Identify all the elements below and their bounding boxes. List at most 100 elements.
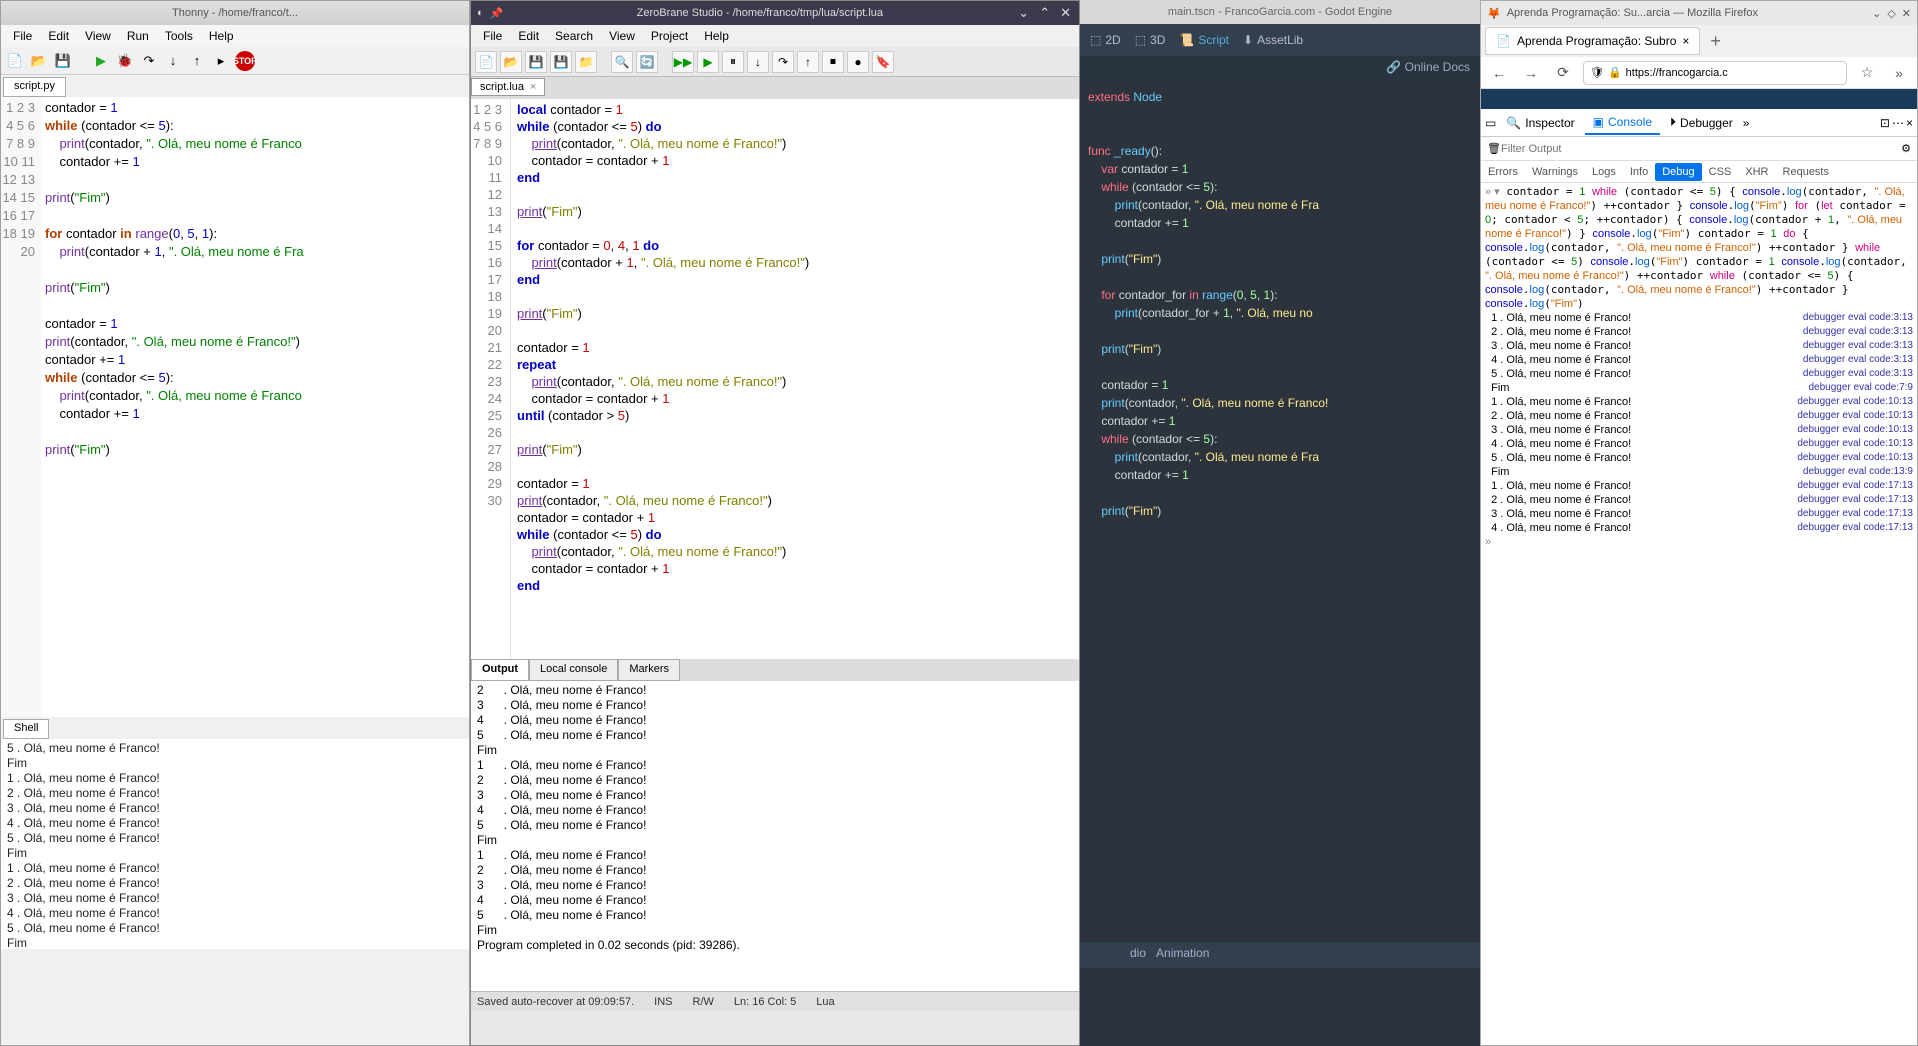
maximize-icon[interactable]: ◇ (1887, 7, 1895, 20)
cat-warnings[interactable]: Warnings (1525, 163, 1585, 181)
menu-run[interactable]: Run (119, 29, 157, 43)
godot-window: main.tscn - FrancoGarcia.com - Godot Eng… (1080, 0, 1480, 1046)
cat-errors[interactable]: Errors (1481, 163, 1525, 181)
stop-icon[interactable]: STOP (235, 51, 255, 71)
godot-titlebar[interactable]: main.tscn - FrancoGarcia.com - Godot Eng… (1080, 0, 1480, 24)
menu-view[interactable]: View (77, 29, 119, 43)
thonny-shell[interactable]: 5 . Olá, meu nome é Franco! Fim 1 . Olá,… (1, 739, 469, 949)
new-file-icon[interactable]: 📄 (5, 51, 25, 71)
code-area[interactable]: contador = 1 while (contador <= 5): prin… (41, 97, 469, 717)
step-over-icon[interactable]: ↷ (139, 51, 159, 71)
open-file-icon[interactable]: 📂 (29, 51, 49, 71)
output-panel[interactable]: 2 . Olá, meu nome é Franco! 3 . Olá, meu… (471, 681, 1079, 991)
close-icon[interactable]: ✕ (1060, 5, 1071, 21)
menu-edit[interactable]: Edit (510, 29, 547, 43)
menu-project[interactable]: Project (643, 29, 696, 43)
save-file-icon[interactable]: 💾 (53, 51, 73, 71)
responsive-icon[interactable]: ▭ (1485, 116, 1496, 130)
menu-edit[interactable]: Edit (40, 29, 77, 43)
shield-icon[interactable]: 🛡 (1590, 66, 1604, 79)
cat-requests[interactable]: Requests (1776, 163, 1836, 181)
shell-tab[interactable]: Shell (3, 719, 49, 739)
3d-view-button[interactable]: ⬚ 3D (1135, 33, 1166, 47)
pin-icon[interactable]: 📌 (490, 7, 504, 20)
close-icon[interactable]: ✕ (1902, 7, 1911, 20)
resume-icon[interactable]: ▸ (211, 51, 231, 71)
minimize-icon[interactable]: ⌄ (1018, 5, 1029, 21)
cat-info[interactable]: Info (1623, 163, 1655, 181)
step-icon[interactable]: ↓ (747, 51, 769, 73)
code-area[interactable]: local contador = 1 while (contador <= 5)… (511, 99, 1079, 659)
cat-css[interactable]: CSS (1702, 163, 1739, 181)
dock-icon[interactable]: ⊡ (1880, 116, 1890, 130)
menu-file[interactable]: File (475, 29, 510, 43)
close-tab-icon[interactable]: × (1682, 34, 1689, 48)
forward-icon[interactable]: → (1519, 61, 1543, 85)
stepover-icon[interactable]: ↷ (772, 51, 794, 73)
menu-help[interactable]: Help (696, 29, 737, 43)
run-icon[interactable]: ▶ (91, 51, 111, 71)
editor-tab[interactable]: script.py (3, 77, 66, 97)
debugger-tab[interactable]: ⏵ Debugger (1662, 111, 1741, 134)
replace-icon[interactable]: 🔄 (636, 51, 658, 73)
debug-icon[interactable]: ▶ (697, 51, 719, 73)
zerobrane-titlebar[interactable]: ◐ 📌 ZeroBrane Studio - /home/franco/tmp/… (471, 1, 1079, 25)
saveall-icon[interactable]: 💾 (550, 51, 572, 73)
close-devtools-icon[interactable]: × (1906, 116, 1913, 130)
debug-icon[interactable]: 🐞 (115, 51, 135, 71)
maximize-icon[interactable]: ⌃ (1039, 5, 1050, 21)
url-input[interactable]: 🛡 🔒 https://francogarcia.c (1583, 61, 1847, 85)
find-icon[interactable]: 🔍 (611, 51, 633, 73)
script-view-button[interactable]: 📜 Script (1179, 33, 1229, 47)
zerobrane-editor[interactable]: 1 2 3 4 5 6 7 8 9 10 11 12 13 14 15 16 1… (471, 99, 1079, 659)
reload-icon[interactable]: ⟳ (1551, 61, 1575, 85)
godot-bottom-panel[interactable]: dio Animation (1080, 942, 1480, 968)
assetlib-button[interactable]: ⬇ AssetLib (1243, 33, 1303, 47)
close-tab-icon[interactable]: × (530, 81, 536, 93)
bookmark-icon[interactable]: 🔖 (872, 51, 894, 73)
trash-icon[interactable]: 🗑 (1487, 142, 1501, 155)
online-docs-link[interactable]: 🔗 Online Docs (1080, 56, 1480, 82)
browser-tab[interactable]: 📄 Aprenda Programação: Subro × (1485, 27, 1700, 55)
step-out-icon[interactable]: ↑ (187, 51, 207, 71)
overflow-tabs-icon[interactable]: » (1743, 116, 1750, 130)
console-output[interactable]: » ▾ contador = 1 while (contador <= 5) {… (1481, 183, 1917, 963)
thonny-titlebar[interactable]: Thonny - /home/franco/t... (1, 1, 469, 25)
minimize-icon[interactable]: ⌄ (1872, 7, 1881, 20)
bookmark-icon[interactable]: ☆ (1855, 61, 1879, 85)
overflow-icon[interactable]: » (1887, 61, 1911, 85)
stepout-icon[interactable]: ↑ (797, 51, 819, 73)
filter-input[interactable] (1501, 143, 1901, 155)
markers-tab[interactable]: Markers (618, 659, 680, 681)
menu-tools[interactable]: Tools (157, 29, 201, 43)
menu-view[interactable]: View (601, 29, 643, 43)
menu-search[interactable]: Search (547, 29, 601, 43)
menu-help[interactable]: Help (201, 29, 242, 43)
run-icon[interactable]: ▶▶ (672, 51, 694, 73)
output-tab[interactable]: Output (471, 659, 529, 681)
menu-file[interactable]: File (5, 29, 40, 43)
cat-logs[interactable]: Logs (1585, 163, 1623, 181)
2d-view-button[interactable]: ⬚ 2D (1090, 33, 1121, 47)
cat-debug[interactable]: Debug (1655, 163, 1701, 181)
inspector-tab[interactable]: 🔍 Inspector (1498, 112, 1582, 134)
settings-icon[interactable]: ⚙ (1901, 142, 1911, 155)
project-icon[interactable]: 📁 (575, 51, 597, 73)
break-icon[interactable]: ⏸ (722, 51, 744, 73)
step-into-icon[interactable]: ↓ (163, 51, 183, 71)
firefox-titlebar[interactable]: 🦊 Aprenda Programação: Su...arcia — Mozi… (1481, 1, 1917, 25)
more-icon[interactable]: ⋯ (1892, 116, 1904, 130)
cat-xhr[interactable]: XHR (1738, 163, 1775, 181)
console-tab[interactable]: ▣ Console (1585, 111, 1660, 135)
breakpoint-icon[interactable]: ● (847, 51, 869, 73)
thonny-editor[interactable]: 1 2 3 4 5 6 7 8 9 10 11 12 13 14 15 16 1… (1, 97, 469, 717)
open-icon[interactable]: 📂 (500, 51, 522, 73)
new-icon[interactable]: 📄 (475, 51, 497, 73)
godot-editor[interactable]: extends Node func _ready(): var contador… (1080, 82, 1480, 942)
stop-icon[interactable]: ⏹ (822, 51, 844, 73)
back-icon[interactable]: ← (1487, 61, 1511, 85)
save-icon[interactable]: 💾 (525, 51, 547, 73)
local-console-tab[interactable]: Local console (529, 659, 618, 681)
editor-tab[interactable]: script.lua× (471, 78, 545, 96)
new-tab-button[interactable]: + (1700, 31, 1731, 52)
